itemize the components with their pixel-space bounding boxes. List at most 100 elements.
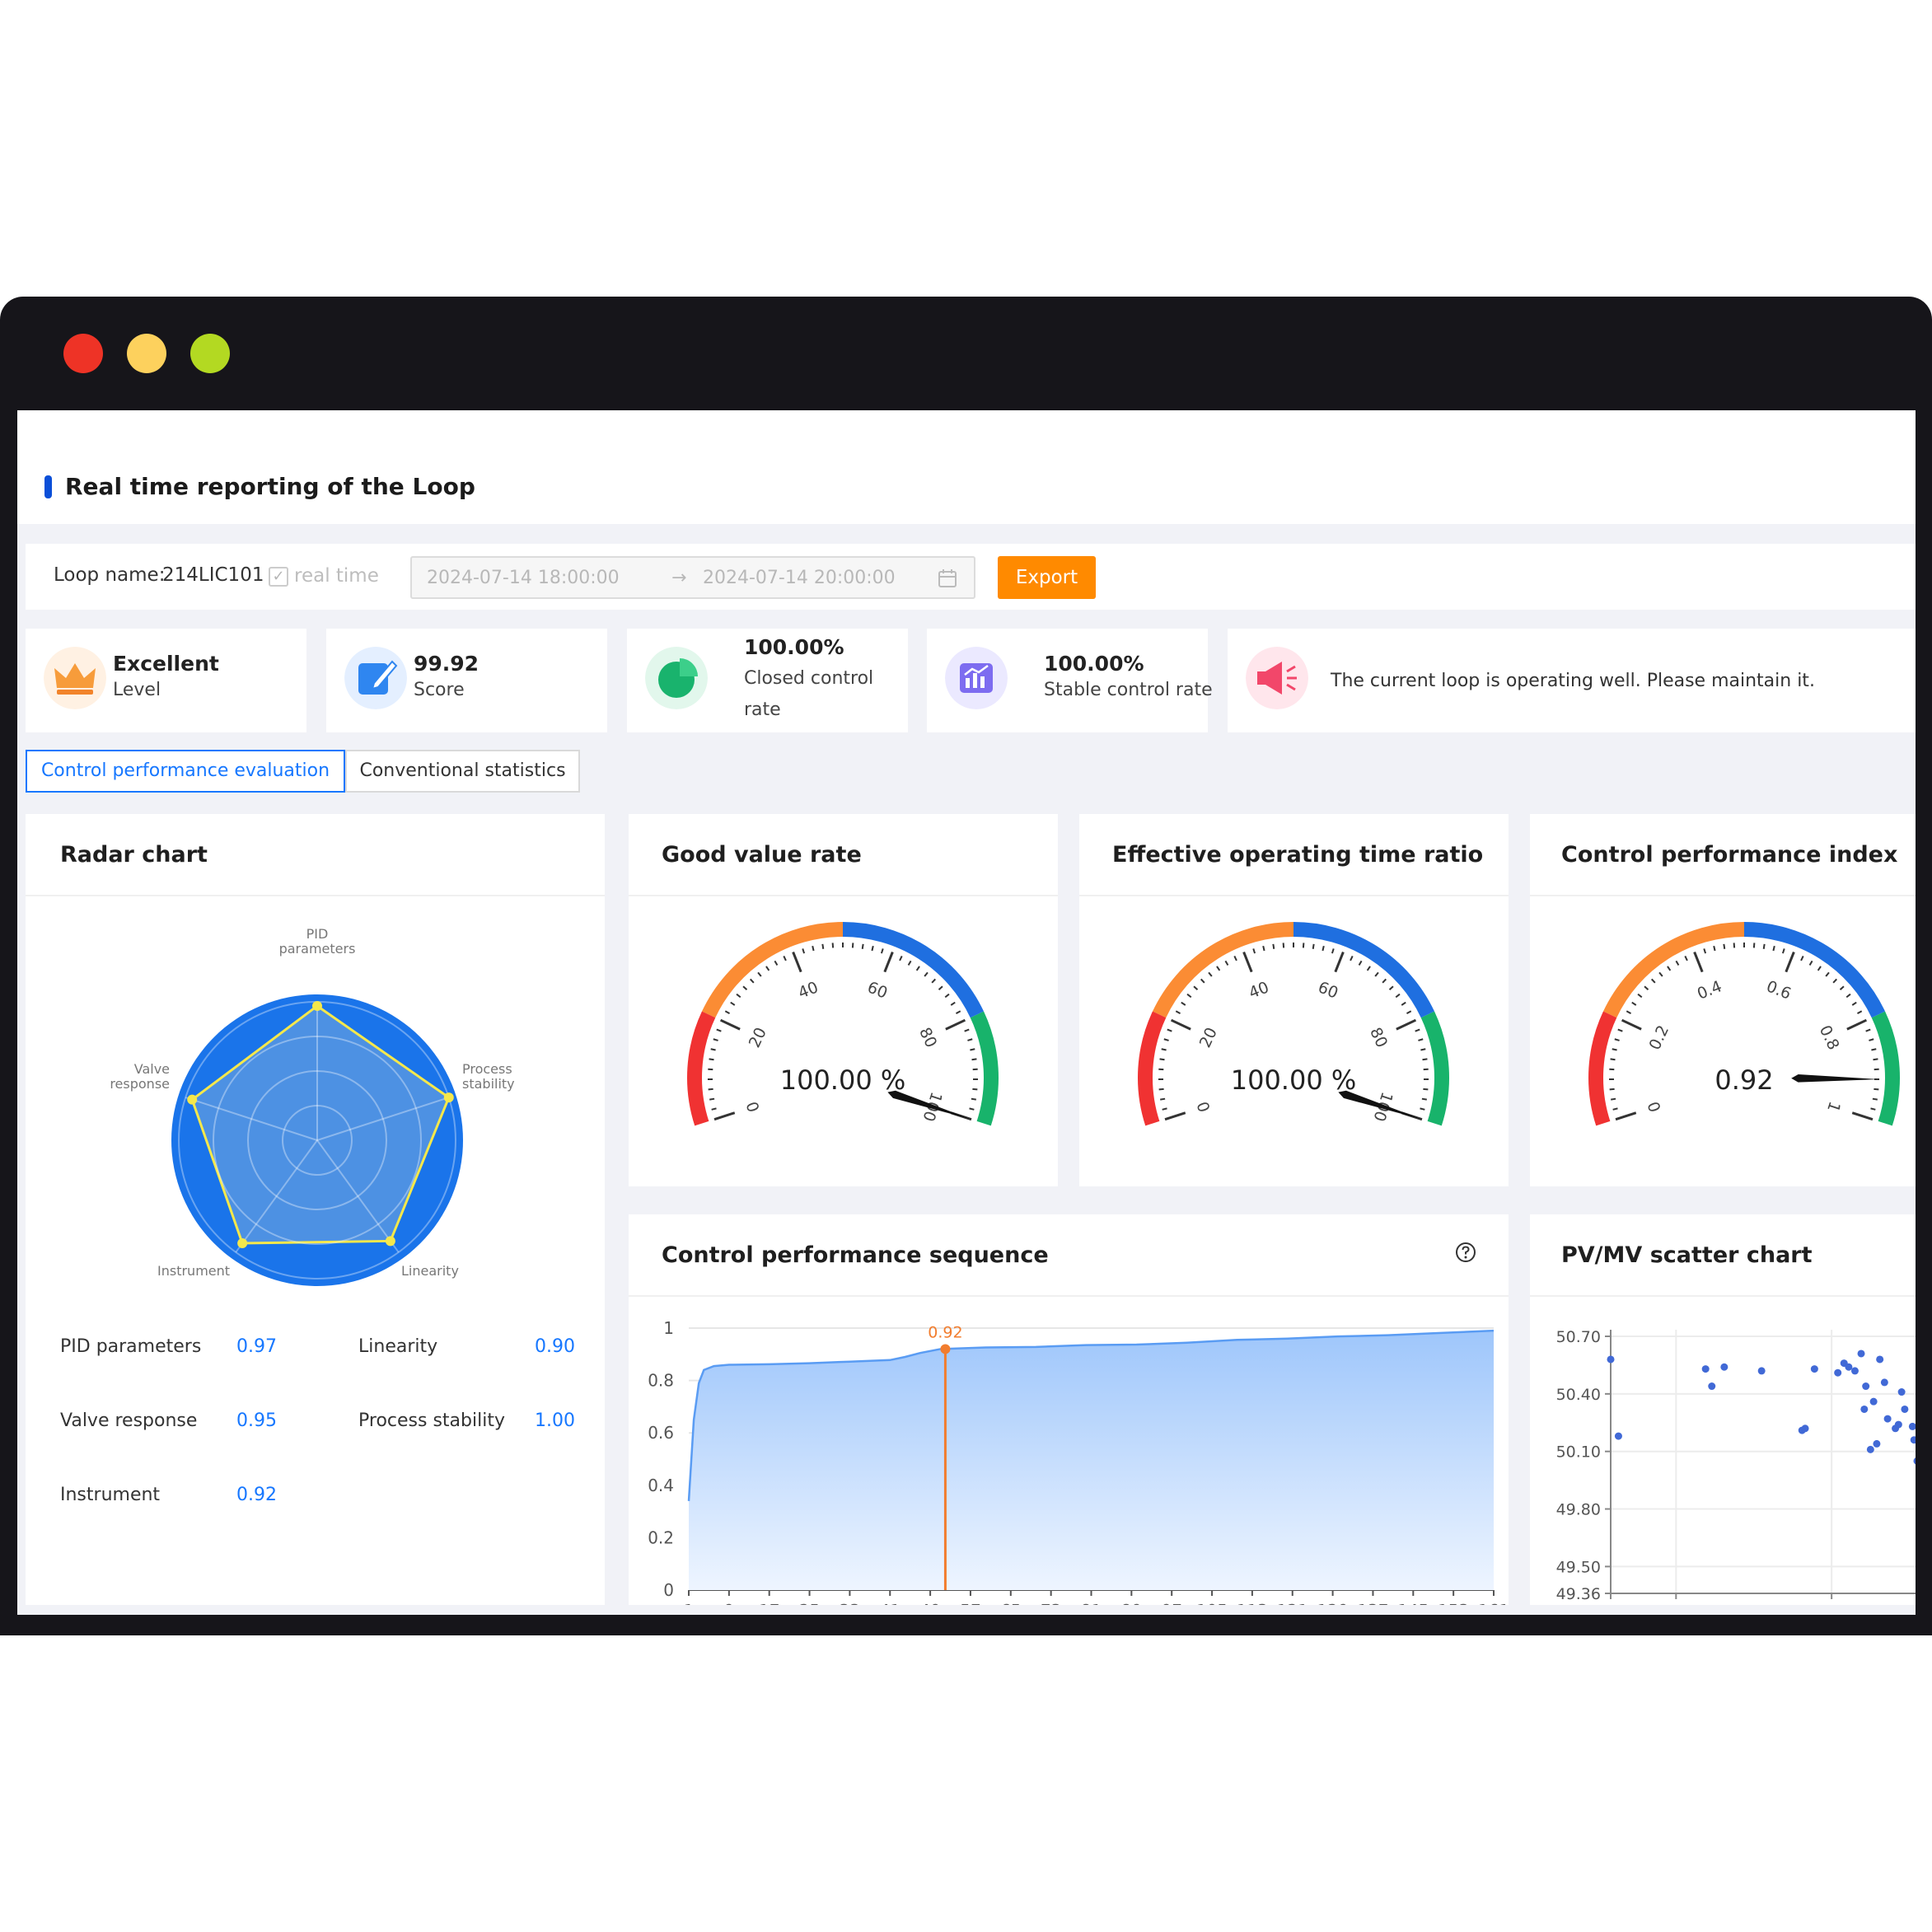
good-value-rate-gauge: 100.00 % 020406080100 [687, 922, 999, 1126]
radar-chart-title: Radar chart [60, 842, 208, 868]
export-button[interactable]: Export [998, 556, 1096, 599]
sequence-y-tick-label: 0.8 [648, 1371, 674, 1391]
control-performance-index-panel: Control performance index 0.92 0 0.2 0.4 0.… [1530, 814, 1916, 1186]
gauge-major-tick [1846, 1018, 1868, 1031]
gauge-minor-tick [713, 1038, 718, 1041]
app-screen: Real time reporting of the Loop Loop nam… [17, 410, 1916, 1615]
scatter-point [1845, 1363, 1853, 1371]
scatter-point [1883, 1415, 1892, 1423]
tab-conventional-statistics[interactable]: Conventional statistics [345, 750, 580, 793]
gauge-minor-tick [1817, 966, 1822, 971]
sequence-x-tick-label: 73 [1041, 1601, 1061, 1605]
edit-icon [344, 647, 407, 709]
gauge-minor-tick [1406, 1010, 1412, 1015]
scatter-point [1880, 1378, 1888, 1387]
sequence-x-axis: 1 9 17 25 33 41 49 57 65 73 81 89 97 105 113 121 129 137 1… [684, 1590, 1509, 1605]
control-performance-sequence-panel: Control performance sequence 0.92 0 0.2 0.… [629, 1214, 1509, 1605]
date-start-input[interactable]: 2024-07-14 18:00:00 [427, 568, 620, 588]
calendar-icon[interactable] [938, 568, 957, 588]
gauge-minor-tick [742, 985, 748, 991]
gauge-band-orange [1602, 922, 1745, 1018]
gauge-tick-label: 60 [865, 978, 891, 1002]
gauge-band-blue [1743, 922, 1886, 1018]
metric-value-pid: 0.97 [236, 1336, 277, 1357]
gauge-minor-tick [1856, 1010, 1863, 1015]
date-range-picker[interactable]: 2024-07-14 18:00:00 → 2024-07-14 20:00:0… [410, 556, 975, 599]
tab-control-performance-evaluation[interactable]: Control performance evaluation [26, 750, 345, 793]
minimize-window-button[interactable] [127, 334, 166, 373]
gauge-minor-tick [1845, 993, 1851, 999]
sequence-x-tick-label: 89 [1121, 1601, 1142, 1605]
pie-icon [645, 647, 708, 709]
gauge-minor-tick [757, 971, 762, 977]
gauge-tick-label: 20 [1196, 1025, 1221, 1050]
gauge-minor-tick [1658, 971, 1663, 977]
filter-bar: Loop name: 214LIC101 ✓ real time 2024-07… [26, 544, 1916, 610]
gauge-band-orange [701, 922, 844, 1018]
effective-operating-time-panel: Effective operating time ratio 100.00 % … [1079, 814, 1509, 1186]
gauge-tick-label: 80 [1366, 1025, 1391, 1050]
gauge-minor-tick [1825, 971, 1830, 977]
gauge-minor-tick [812, 945, 815, 952]
gauge-minor-tick [915, 966, 920, 971]
gauge-minor-tick [1651, 978, 1656, 984]
gauge-major-tick [1851, 1111, 1874, 1121]
gauge-minor-tick [1193, 985, 1199, 991]
sequence-x-tick-label: 1 [684, 1601, 695, 1605]
gauge-minor-tick [1216, 966, 1221, 971]
radar-axis-label-pid: PID [306, 926, 329, 942]
maximize-window-button[interactable] [190, 334, 230, 373]
gauge-minor-tick [1161, 1048, 1167, 1051]
gauge-minor-tick [1200, 978, 1205, 984]
scatter-point [1908, 1422, 1916, 1430]
gauge-major-tick [1615, 1111, 1637, 1121]
scatter-point [1834, 1368, 1842, 1377]
gauge-minor-tick [1637, 993, 1643, 999]
gauge-minor-tick [710, 1048, 716, 1051]
gauge-minor-tick [821, 943, 825, 949]
gauge-tick-label: 0.4 [1695, 977, 1724, 1003]
control-performance-index-gauge: 0.92 0 0.2 0.4 0.6 0.8 1 [1588, 922, 1900, 1126]
sequence-x-tick-label: 57 [960, 1601, 980, 1605]
loop-name-label: Loop name: [54, 564, 166, 586]
radar-point-0 [312, 1001, 322, 1012]
gauge-minor-tick [1422, 1058, 1428, 1061]
radar-point-1 [443, 1092, 454, 1103]
close-window-button[interactable] [63, 334, 103, 373]
gauge-minor-tick [1420, 1048, 1426, 1051]
closed-control-value: 100.00% [744, 635, 844, 659]
gauge-band-blue [842, 922, 985, 1018]
gauge-minor-tick [1612, 1107, 1618, 1111]
gauge-minor-tick [1832, 978, 1837, 984]
stable-control-value: 100.00% [1044, 652, 1144, 676]
sequence-y-tick-label: 0 [663, 1580, 674, 1600]
date-end-input[interactable]: 2024-07-14 20:00:00 [703, 568, 896, 588]
level-value: Excellent [113, 652, 219, 676]
question-circle-icon[interactable] [1455, 1242, 1476, 1263]
pv-mv-scatter-panel: PV/MV scatter chart 50.70 50.40 50.10 49.80… [1530, 1214, 1916, 1605]
sequence-x-tick-label: 33 [840, 1601, 860, 1605]
radar-point-4 [187, 1094, 198, 1105]
gauge-minor-tick [1233, 956, 1237, 961]
check-icon: ✓ [272, 568, 285, 585]
gauge-minor-tick [1358, 960, 1363, 966]
gauge-minor-tick [1612, 1048, 1617, 1051]
gauge-band-red [687, 1011, 716, 1126]
gauge-minor-tick [967, 1038, 973, 1041]
gauge-minor-tick [1418, 1038, 1424, 1041]
gauge-band-green [1420, 1011, 1449, 1126]
loop-name-value: 214LIC101 [162, 564, 264, 586]
gauge-minor-tick [1160, 1097, 1166, 1101]
scatter-point [1614, 1432, 1622, 1440]
scatter-point [1894, 1420, 1902, 1429]
gauge-major-tick [1693, 951, 1704, 973]
sequence-x-tick-label: 161 [1478, 1601, 1509, 1605]
gauge-tick-label: 40 [796, 978, 821, 1002]
gauge-minor-tick [1762, 943, 1766, 949]
gauge-minor-tick [1388, 985, 1394, 991]
sequence-x-tick-label: 137 [1357, 1601, 1388, 1605]
metric-name-instrument: Instrument [60, 1485, 161, 1505]
gauge-tick-label: 0 [1644, 1099, 1665, 1114]
realtime-checkbox[interactable]: ✓ [269, 567, 288, 587]
scatter-point [1862, 1382, 1870, 1391]
